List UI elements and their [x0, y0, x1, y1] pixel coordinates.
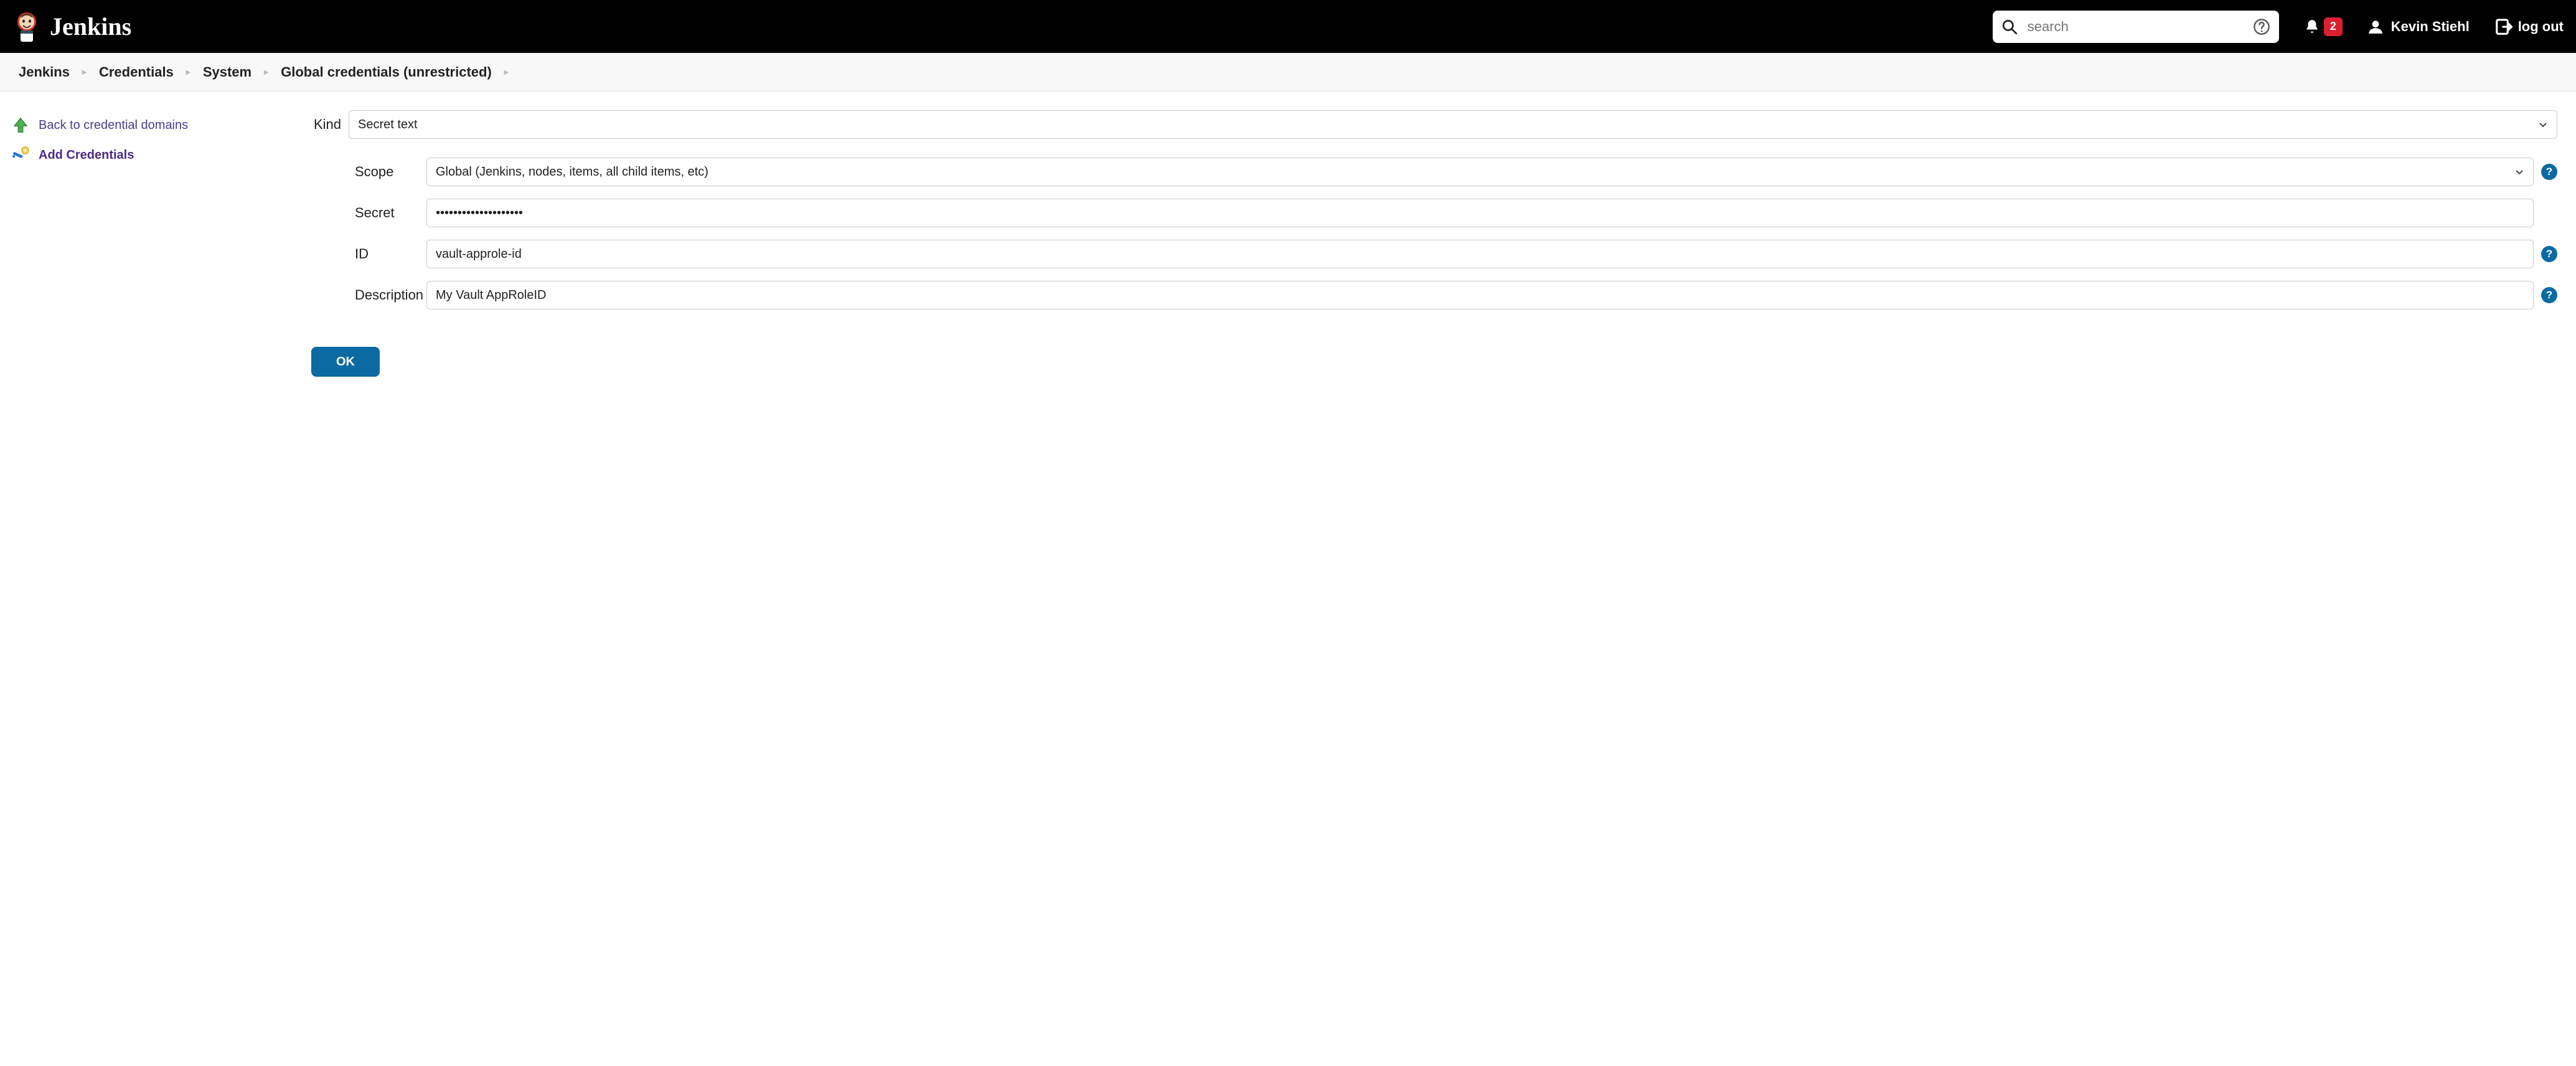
chevron-right-icon: ▸	[82, 67, 87, 77]
chevron-right-icon: ▸	[186, 67, 190, 77]
search-icon	[2001, 19, 2018, 35]
scope-row: Scope Global (Jenkins, nodes, items, all…	[311, 158, 2557, 186]
kind-row: Kind Secret text	[311, 110, 2557, 139]
scope-label: Scope	[311, 164, 426, 180]
product-name: Jenkins	[50, 12, 131, 41]
ok-button[interactable]: OK	[311, 347, 380, 377]
scope-value: Global (Jenkins, nodes, items, all child…	[436, 165, 708, 179]
id-row: ID ?	[311, 240, 2557, 268]
bell-icon	[2304, 19, 2320, 35]
id-input[interactable]	[426, 240, 2534, 268]
current-user[interactable]: Kevin Stiehl	[2367, 19, 2470, 35]
sidebar: Back to credential domains Add Credentia…	[0, 110, 311, 395]
jenkins-mascot-icon	[12, 11, 41, 43]
search-input[interactable]	[1993, 11, 2279, 43]
secret-label: Secret	[311, 205, 426, 221]
chevron-right-icon: ▸	[504, 67, 509, 77]
id-label: ID	[311, 246, 426, 262]
chevron-down-icon	[2514, 167, 2524, 177]
breadcrumb: Jenkins ▸ Credentials ▸ System ▸ Global …	[0, 53, 2576, 92]
submit-row: OK	[311, 347, 2557, 377]
logout-link[interactable]: log out	[2494, 17, 2564, 36]
logout-icon	[2494, 17, 2513, 36]
notifications[interactable]: 2	[2304, 17, 2343, 36]
user-name: Kevin Stiehl	[2391, 19, 2470, 35]
sidebar-back-link[interactable]: Back to credential domains	[11, 110, 311, 140]
description-label: Description	[311, 287, 426, 303]
breadcrumb-item[interactable]: Credentials	[99, 64, 174, 80]
sidebar-add-credentials[interactable]: Add Credentials	[11, 140, 311, 170]
description-input[interactable]	[426, 281, 2534, 309]
credential-form: Kind Secret text Scope Global (Jenkins, …	[311, 110, 2576, 395]
kind-value: Secret text	[358, 118, 418, 132]
notification-badge: 2	[2324, 17, 2343, 36]
description-row: Description ?	[311, 281, 2557, 309]
secret-input[interactable]	[426, 199, 2534, 227]
breadcrumb-item[interactable]: Global credentials (unrestricted)	[281, 64, 492, 80]
search-help-icon[interactable]	[2253, 18, 2270, 35]
breadcrumb-item[interactable]: Jenkins	[19, 64, 70, 80]
chevron-down-icon	[2538, 120, 2548, 130]
kind-select[interactable]: Secret text	[349, 110, 2557, 139]
jenkins-logo[interactable]: Jenkins	[12, 11, 131, 43]
breadcrumb-item[interactable]: System	[203, 64, 251, 80]
key-icon	[11, 146, 30, 164]
search-box	[1993, 11, 2279, 43]
id-help-button[interactable]: ?	[2541, 246, 2557, 262]
top-header: Jenkins 2 Kevin Stiehl	[0, 0, 2576, 53]
main-content: Back to credential domains Add Credentia…	[0, 92, 2576, 395]
sidebar-back-label: Back to credential domains	[39, 118, 188, 133]
secret-row: Secret	[311, 199, 2557, 227]
sidebar-add-label: Add Credentials	[39, 148, 134, 163]
scope-help-button[interactable]: ?	[2541, 164, 2557, 180]
scope-select[interactable]: Global (Jenkins, nodes, items, all child…	[426, 158, 2534, 186]
kind-label: Kind	[311, 116, 349, 133]
chevron-right-icon: ▸	[264, 67, 268, 77]
logout-label: log out	[2518, 19, 2564, 35]
arrow-up-icon	[11, 116, 30, 134]
user-icon	[2367, 19, 2384, 35]
description-help-button[interactable]: ?	[2541, 287, 2557, 303]
